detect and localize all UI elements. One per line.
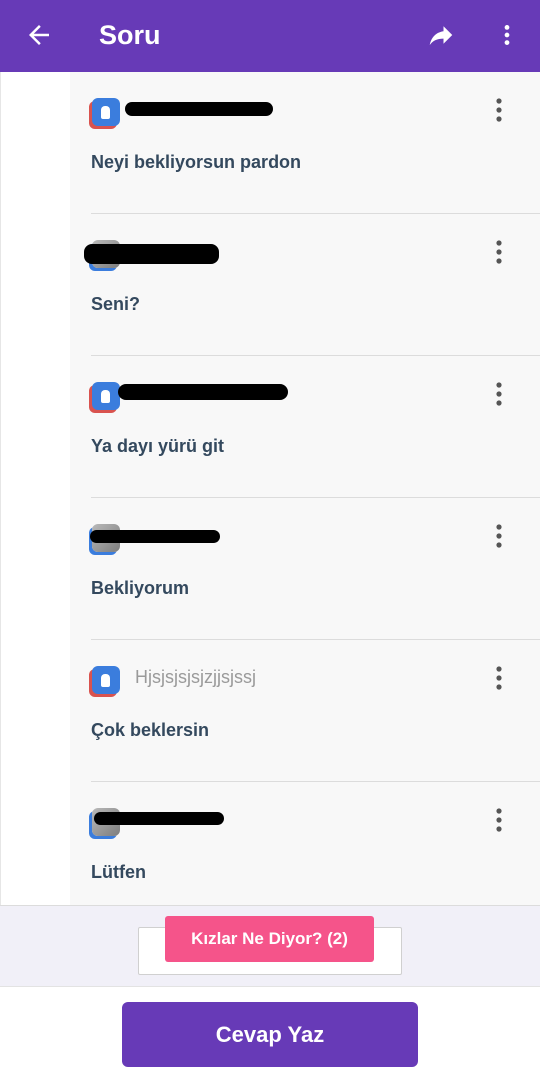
redaction-mark [118,384,288,400]
user-avatar-icon[interactable] [92,666,120,694]
reply-username[interactable]: Hjsjsjsjsjzjjsjssj [135,667,256,688]
reply-text: Neyi bekliyorsun pardon [91,152,302,172]
reply-item: Neyi bekliyorsun pardon [70,72,540,214]
more-vert-icon[interactable] [490,238,508,266]
redaction-mark [125,102,273,116]
user-avatar-icon[interactable] [92,98,120,126]
redaction-mark [94,812,224,825]
more-vert-icon[interactable] [494,20,520,50]
reply-text: Ya dayı yürü git [91,436,225,456]
redaction-mark [84,244,219,264]
divider [0,72,1,905]
reply-item: Lütfen [70,782,540,905]
girls-opinion-bar: Kızlar Ne Diyor? (2) [0,905,540,987]
reply-text: Bekliyorum [91,578,190,598]
reply-item: Bekliyorum [70,498,540,640]
more-vert-icon[interactable] [490,96,508,124]
redaction-mark [90,530,220,543]
page-title: Soru [99,20,161,50]
reply-item: Ya dayı yürü git [70,356,540,498]
reply-item: Hjsjsjsjsjzjjsjssj Çok beklersin [70,640,540,782]
girls-opinion-button[interactable]: Kızlar Ne Diyor? (2) [165,916,374,962]
more-vert-icon[interactable] [490,806,508,834]
share-icon[interactable] [424,20,458,50]
more-vert-icon[interactable] [490,664,508,692]
write-answer-button[interactable]: Cevap Yaz [122,1002,418,1067]
reply-item: Seni? [70,214,540,356]
app-bar: Soru [0,0,540,72]
user-avatar-icon[interactable] [92,382,120,410]
reply-text: Çok beklersin [91,720,210,740]
more-vert-icon[interactable] [490,380,508,408]
arrow-left-icon[interactable] [24,20,54,50]
more-vert-icon[interactable] [490,522,508,550]
reply-text: Lütfen [91,862,146,882]
reply-text: Seni? [91,294,141,314]
reply-thread: Neyi bekliyorsun pardon Seni? Ya dayı yü… [0,72,540,905]
